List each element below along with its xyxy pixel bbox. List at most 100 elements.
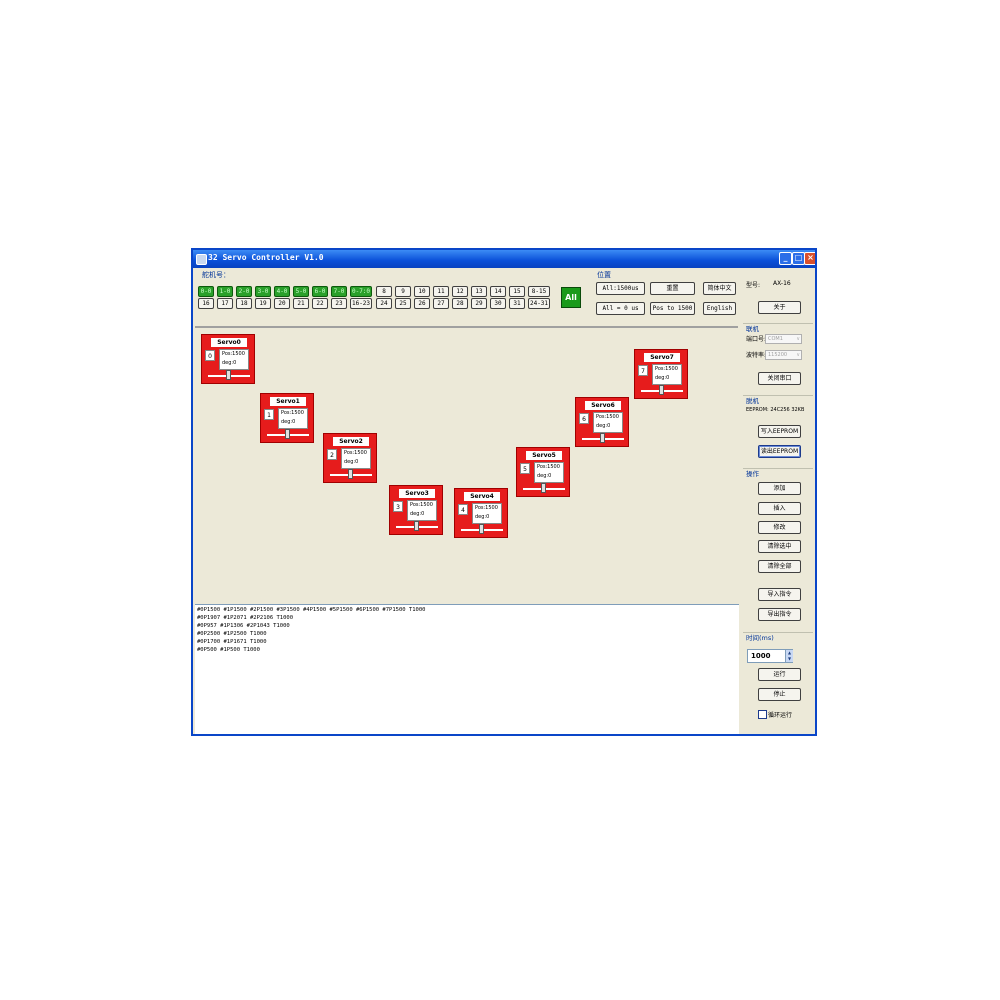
baud-label: 波特率: xyxy=(746,352,767,359)
close-port-button[interactable]: 关闭串口 xyxy=(758,372,801,385)
channel-button[interactable]: 31 xyxy=(509,298,525,309)
command-list[interactable]: #0P1500 #1P1500 #2P1500 #3P1500 #4P1500 … xyxy=(195,604,739,734)
servo-slider-thumb[interactable] xyxy=(348,469,353,479)
channel-button[interactable]: 10 xyxy=(414,286,430,297)
channel-button[interactable]: 30 xyxy=(490,298,506,309)
servo-widget[interactable]: Servo3 3 Pos:1500 deg:0 xyxy=(389,485,443,535)
clear-selected-button[interactable]: 清除选中 xyxy=(758,540,801,553)
english-language-button[interactable]: English xyxy=(703,302,736,315)
channel-button[interactable]: 27 xyxy=(433,298,449,309)
servo-widget[interactable]: Servo5 5 Pos:1500 deg:0 xyxy=(516,447,570,497)
servo-widget[interactable]: Servo6 6 Pos:1500 deg:0 xyxy=(575,397,629,447)
servo-number[interactable]: 3 xyxy=(393,501,403,512)
chinese-language-button[interactable]: 简体中文 xyxy=(703,282,736,295)
channel-group-label: 舵机号： xyxy=(202,271,230,279)
stop-button[interactable]: 停止 xyxy=(758,688,801,701)
channel-button[interactable]: 15 xyxy=(509,286,525,297)
servo-widget[interactable]: Servo4 4 Pos:1500 deg:0 xyxy=(454,488,508,538)
channel-button[interactable]: 16 xyxy=(198,298,214,309)
time-spinner-icon[interactable]: ▲ ▼ xyxy=(785,650,793,662)
servo-number[interactable]: 2 xyxy=(327,449,337,460)
servo-number[interactable]: 5 xyxy=(520,463,530,474)
read-eeprom-button[interactable]: 读出EEPROM xyxy=(758,445,801,458)
command-line[interactable]: #0P500 #1P500 T1000 xyxy=(197,646,737,654)
channel-button[interactable]: 28 xyxy=(452,298,468,309)
servo-number[interactable]: 1 xyxy=(264,409,274,420)
export-commands-button[interactable]: 导出指令 xyxy=(758,608,801,621)
servo-slider-thumb[interactable] xyxy=(285,429,290,439)
servo-slider-thumb[interactable] xyxy=(541,483,546,493)
loop-run-checkbox[interactable] xyxy=(758,710,767,719)
channel-button[interactable]: 19 xyxy=(255,298,271,309)
channel-button[interactable]: 5-0 xyxy=(293,286,309,297)
servo-number[interactable]: 7 xyxy=(638,365,648,376)
clear-all-button[interactable]: 清除全部 xyxy=(758,560,801,573)
channel-button[interactable]: 20 xyxy=(274,298,290,309)
channel-button[interactable]: 16-23 xyxy=(350,298,372,309)
close-icon[interactable]: × xyxy=(804,252,815,265)
write-eeprom-button[interactable]: 写入EEPROM xyxy=(758,425,801,438)
channel-button[interactable]: 8 xyxy=(376,286,392,297)
servo-widget[interactable]: Servo0 0 Pos:1500 deg:0 xyxy=(201,334,255,384)
servo-info: Pos:1500 deg:0 xyxy=(278,408,308,429)
baud-select[interactable]: 115200 xyxy=(765,350,802,360)
servo-slider-thumb[interactable] xyxy=(414,521,419,531)
channel-button[interactable]: 21 xyxy=(293,298,309,309)
servo-widget[interactable]: Servo1 1 Pos:1500 deg:0 xyxy=(260,393,314,443)
channel-button[interactable]: 17 xyxy=(217,298,233,309)
channel-button[interactable]: 26 xyxy=(414,298,430,309)
channel-button[interactable]: 9 xyxy=(395,286,411,297)
channel-button[interactable]: 22 xyxy=(312,298,328,309)
channel-button[interactable]: 8-15 xyxy=(528,286,550,297)
title-bar[interactable]: 32 Servo Controller V1.0 _ □ × xyxy=(193,250,815,268)
port-select[interactable]: COM1 xyxy=(765,334,802,344)
command-line[interactable]: #0P1500 #1P1500 #2P1500 #3P1500 #4P1500 … xyxy=(197,606,737,614)
command-line[interactable]: #0P2500 #1P2500 T1000 xyxy=(197,630,737,638)
channel-button[interactable]: 3-0 xyxy=(255,286,271,297)
command-line[interactable]: #0P1700 #1P1671 T1000 xyxy=(197,638,737,646)
insert-button[interactable]: 插入 xyxy=(758,502,801,515)
servo-widget[interactable]: Servo2 2 Pos:1500 deg:0 xyxy=(323,433,377,483)
run-button[interactable]: 运行 xyxy=(758,668,801,681)
add-button[interactable]: 添加 xyxy=(758,482,801,495)
servo-slider-thumb[interactable] xyxy=(479,524,484,534)
channel-button[interactable]: 0-7:0 xyxy=(350,286,372,297)
command-line[interactable]: #0P957 #1P1306 #2P1043 T1000 xyxy=(197,622,737,630)
channel-button[interactable]: 7-0 xyxy=(331,286,347,297)
import-commands-button[interactable]: 导入指令 xyxy=(758,588,801,601)
servo-slider-thumb[interactable] xyxy=(600,433,605,443)
servo-deg: deg:0 xyxy=(596,423,611,429)
servo-slider-thumb[interactable] xyxy=(226,370,231,380)
channel-button[interactable]: 18 xyxy=(236,298,252,309)
reset-button[interactable]: 重置 xyxy=(650,282,695,295)
all-1500-button[interactable]: All:1500us xyxy=(596,282,645,295)
modify-button[interactable]: 修改 xyxy=(758,521,801,534)
channel-button[interactable]: 29 xyxy=(471,298,487,309)
servo-number[interactable]: 4 xyxy=(458,504,468,515)
channel-button[interactable]: 24-31 xyxy=(528,298,550,309)
channel-button[interactable]: 2-0 xyxy=(236,286,252,297)
command-line[interactable]: #0P1907 #1P2071 #2P2106 T1000 xyxy=(197,614,737,622)
pos-1500-button[interactable]: Pos to 1500 xyxy=(650,302,695,315)
channel-button[interactable]: 13 xyxy=(471,286,487,297)
channel-button[interactable]: 12 xyxy=(452,286,468,297)
channel-button[interactable]: 25 xyxy=(395,298,411,309)
channel-button[interactable]: 11 xyxy=(433,286,449,297)
about-button[interactable]: 关于 xyxy=(758,301,801,314)
channel-button[interactable]: 0-0 xyxy=(198,286,214,297)
window-title: 32 Servo Controller V1.0 xyxy=(208,253,324,262)
channel-button[interactable]: 24 xyxy=(376,298,392,309)
channel-button[interactable]: 14 xyxy=(490,286,506,297)
servo-widget[interactable]: Servo7 7 Pos:1500 deg:0 xyxy=(634,349,688,399)
channel-button[interactable]: 23 xyxy=(331,298,347,309)
servo-slider-thumb[interactable] xyxy=(659,385,664,395)
channel-button[interactable]: 4-0 xyxy=(274,286,290,297)
all-channels-button[interactable]: All xyxy=(561,287,581,308)
channel-button[interactable]: 6-0 xyxy=(312,286,328,297)
right-panel: 型号: AX-16 关于 联机 端口号: COM1 波特率: 115200 关闭… xyxy=(741,268,815,734)
all-0-button[interactable]: All = 0 us xyxy=(596,302,645,315)
servo-number[interactable]: 6 xyxy=(579,413,589,424)
servo-number[interactable]: 0 xyxy=(205,350,215,361)
minimize-icon[interactable]: _ xyxy=(779,252,792,265)
channel-button[interactable]: 1-0 xyxy=(217,286,233,297)
